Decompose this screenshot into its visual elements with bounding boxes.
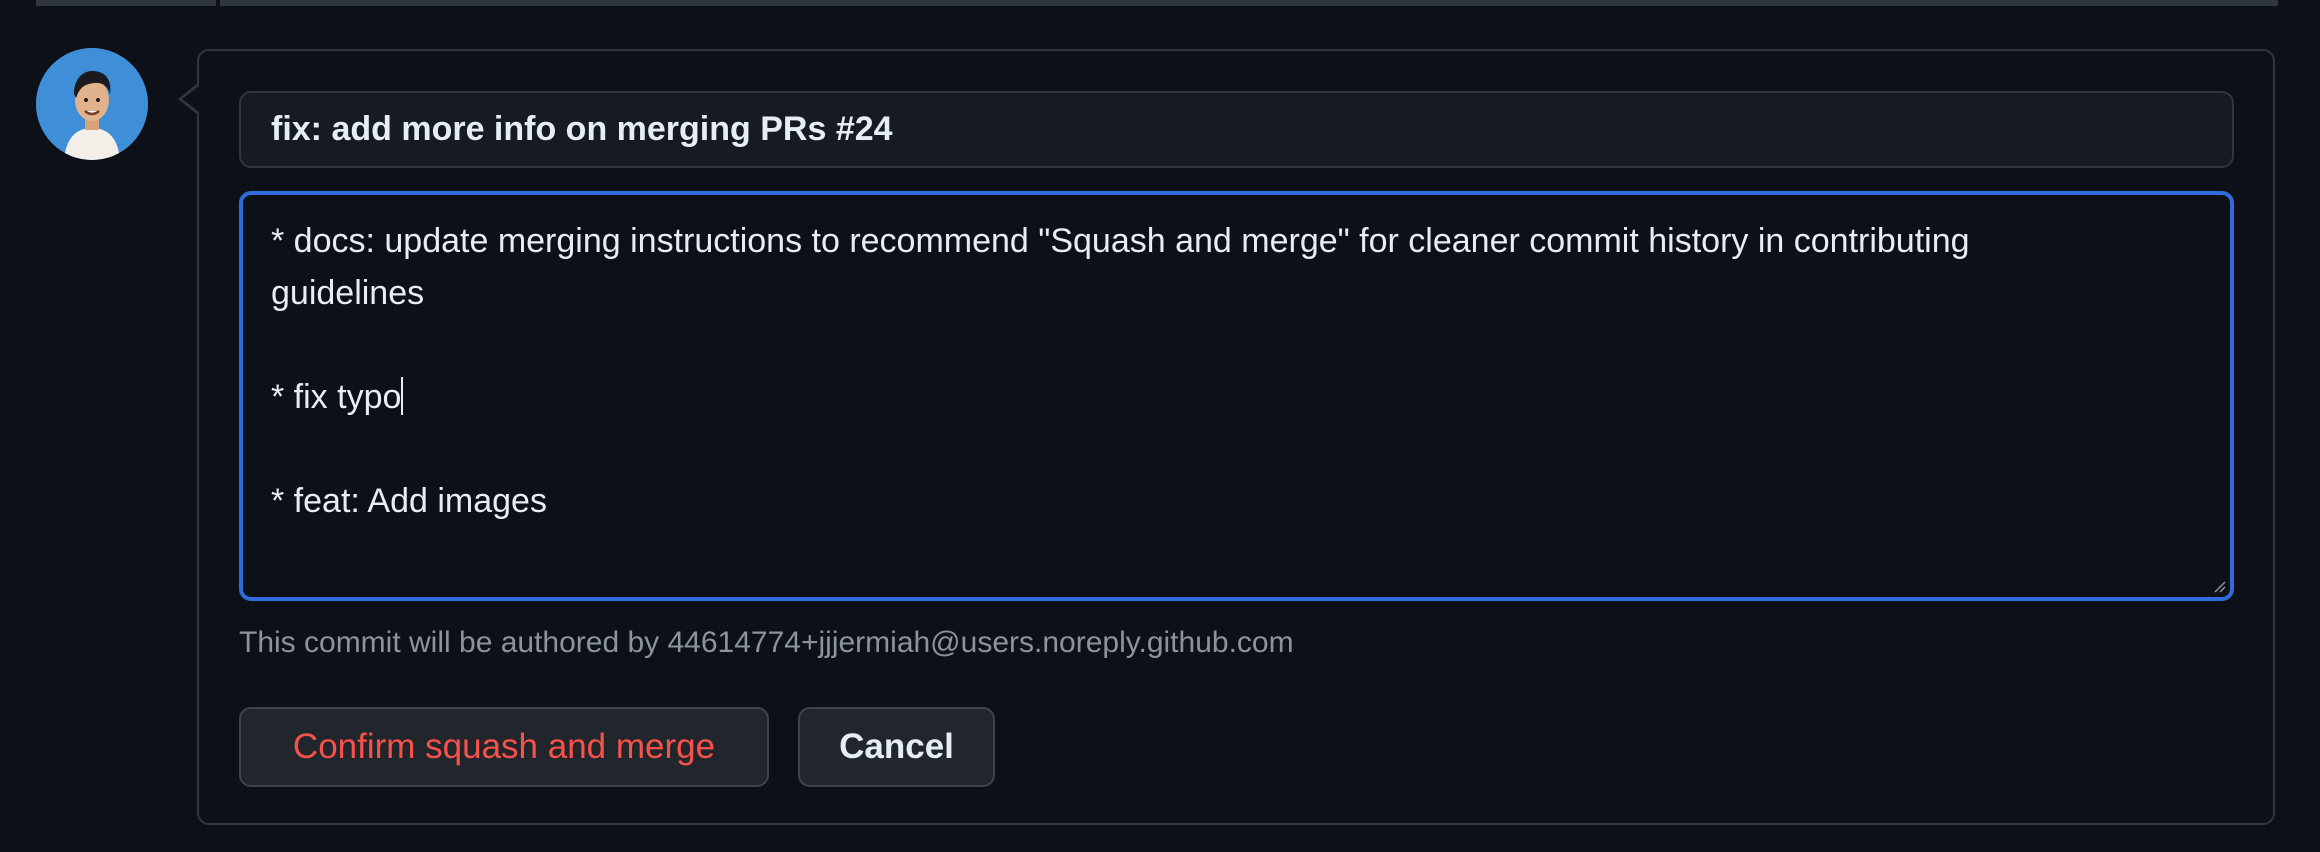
card-pointer-inner — [182, 86, 199, 112]
timeline-divider — [36, 0, 2278, 6]
merge-commit-page: fix: add more info on merging PRs #24 * … — [0, 0, 2320, 852]
text-caret — [401, 377, 404, 415]
user-avatar-icon[interactable] — [36, 48, 148, 160]
timeline-divider-tick — [216, 0, 220, 6]
commit-message-line: guidelines — [271, 274, 425, 312]
confirm-squash-merge-button[interactable]: Confirm squash and merge — [239, 707, 769, 787]
cancel-button[interactable]: Cancel — [798, 707, 995, 787]
commit-message-line — [271, 319, 2202, 371]
resize-grip-icon[interactable] — [2212, 579, 2226, 593]
commit-message-line — [271, 423, 2202, 475]
commit-author-note: This commit will be authored by 44614774… — [239, 626, 1294, 659]
commit-message-line: * docs: update merging instructions to r… — [271, 222, 1970, 260]
commit-message-line-text: * fix typo — [271, 378, 402, 416]
commit-message-line: * fix typo — [271, 371, 2202, 423]
commit-message-line: * feat: Add images — [271, 482, 547, 520]
avatar-illustration — [36, 48, 148, 160]
commit-message-textarea[interactable]: * docs: update merging instructions to r… — [239, 191, 2234, 601]
commit-title-input[interactable]: fix: add more info on merging PRs #24 — [239, 91, 2234, 168]
